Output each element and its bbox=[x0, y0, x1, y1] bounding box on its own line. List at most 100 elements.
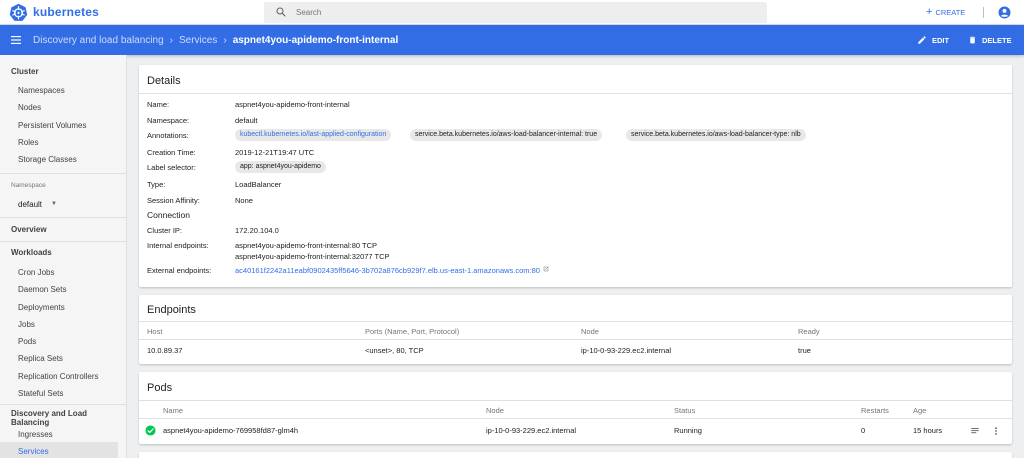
endpoint-ports: <unset>, 80, TCP bbox=[365, 346, 424, 355]
action-bar: Discovery and load balancing › Services … bbox=[0, 25, 1024, 55]
external-endpoint-link[interactable]: ac40161f2242a11eabf0902435ff5646-3b702a8… bbox=[235, 266, 549, 275]
internal-endpoints-label: Internal endpoints: bbox=[147, 241, 209, 250]
search-icon bbox=[276, 7, 286, 17]
creation-time-value: 2019-12-21T19:47 UTC bbox=[235, 148, 315, 157]
check-circle-icon bbox=[145, 425, 156, 436]
divider bbox=[139, 93, 1012, 94]
delete-label: DELETE bbox=[982, 35, 1012, 45]
annotations-label: Annotations: bbox=[147, 131, 189, 140]
sidebar-item-stateful-sets[interactable]: Stateful Sets bbox=[18, 389, 63, 398]
sidebar-section-workloads[interactable]: Workloads bbox=[11, 248, 52, 257]
details-title: Details bbox=[147, 75, 181, 87]
sidebar-item-replication-controllers[interactable]: Replication Controllers bbox=[18, 372, 98, 381]
sidebar: Cluster Namespaces Nodes Persistent Volu… bbox=[0, 55, 127, 458]
column-header-ports[interactable]: Ports (Name, Port, Protocol) bbox=[365, 327, 459, 336]
sidebar-item-namespaces[interactable]: Namespaces bbox=[18, 86, 65, 95]
app-name[interactable]: kubernetes bbox=[33, 5, 99, 19]
internal-endpoint-2: aspnet4you-apidemo-front-internal:32077 … bbox=[235, 252, 390, 261]
session-affinity-label: Session Affinity: bbox=[147, 196, 200, 205]
kubernetes-logo-icon[interactable] bbox=[9, 3, 28, 22]
divider bbox=[0, 404, 126, 405]
pod-name-link[interactable]: aspnet4you-apidemo-769958fd87-glm4h bbox=[163, 426, 298, 435]
create-button[interactable]: + CREATE bbox=[926, 6, 965, 19]
open-in-new-icon bbox=[543, 266, 549, 272]
logs-icon[interactable] bbox=[970, 426, 980, 436]
session-affinity-value: None bbox=[235, 196, 253, 205]
divider bbox=[0, 241, 126, 242]
sidebar-item-nodes[interactable]: Nodes bbox=[18, 103, 41, 112]
sidebar-item-pods[interactable]: Pods bbox=[18, 337, 36, 346]
column-header-ready[interactable]: Ready bbox=[798, 327, 820, 336]
column-header-node[interactable]: Node bbox=[486, 406, 504, 415]
sidebar-item-services[interactable]: Services bbox=[18, 447, 49, 456]
delete-button[interactable]: DELETE bbox=[968, 33, 1012, 47]
next-card bbox=[139, 452, 1012, 458]
column-header-age[interactable]: Age bbox=[913, 406, 926, 415]
more-vert-icon[interactable] bbox=[991, 426, 1001, 436]
annotation-chip-last-applied[interactable]: kubectl.kubernetes.io/last-applied-confi… bbox=[235, 129, 392, 141]
page-title: aspnet4you-apidemo-front-internal bbox=[232, 34, 399, 46]
edit-label: EDIT bbox=[932, 35, 950, 45]
external-endpoints-label: External endpoints: bbox=[147, 266, 212, 275]
breadcrumb-services[interactable]: Services bbox=[179, 35, 217, 46]
endpoints-card: Endpoints Host Ports (Name, Port, Protoc… bbox=[139, 295, 1012, 364]
name-value: aspnet4you-apidemo-front-internal bbox=[235, 100, 350, 109]
column-header-status[interactable]: Status bbox=[674, 406, 695, 415]
name-label: Name: bbox=[147, 100, 170, 109]
account-icon[interactable] bbox=[998, 6, 1011, 19]
divider bbox=[0, 217, 126, 218]
internal-endpoint-1: aspnet4you-apidemo-front-internal:80 TCP bbox=[235, 241, 378, 250]
sidebar-item-cron-jobs[interactable]: Cron Jobs bbox=[18, 268, 54, 277]
caret-down-icon: ▼ bbox=[51, 201, 57, 207]
pods-card: Pods Name Node Status Restarts Age aspne… bbox=[139, 372, 1012, 444]
type-value: LoadBalancer bbox=[235, 180, 282, 189]
pod-status: Running bbox=[674, 426, 702, 435]
cluster-ip-value: 172.20.104.0 bbox=[235, 226, 279, 235]
divider bbox=[139, 418, 1012, 419]
sidebar-item-ingresses[interactable]: Ingresses bbox=[18, 430, 53, 439]
details-card: Details Name: aspnet4you-apidemo-front-i… bbox=[139, 65, 1012, 287]
namespace-label: Namespace bbox=[11, 182, 46, 189]
annotation-chip-lb-internal: service.beta.kubernetes.io/aws-load-bala… bbox=[410, 129, 603, 141]
creation-time-label: Creation Time: bbox=[147, 148, 196, 157]
sidebar-item-roles[interactable]: Roles bbox=[18, 138, 38, 147]
namespace-select[interactable]: default ▼ bbox=[18, 197, 64, 211]
sidebar-item-deployments[interactable]: Deployments bbox=[18, 303, 65, 312]
column-header-host[interactable]: Host bbox=[147, 327, 162, 336]
sidebar-section-cluster[interactable]: Cluster bbox=[11, 67, 39, 76]
create-label: CREATE bbox=[935, 8, 966, 17]
namespace-label: Namespace: bbox=[147, 116, 190, 125]
column-header-node[interactable]: Node bbox=[581, 327, 599, 336]
selector-chip: app: aspnet4you-apidemo bbox=[235, 161, 326, 173]
cluster-ip-label: Cluster IP: bbox=[147, 226, 183, 235]
sidebar-item-jobs[interactable]: Jobs bbox=[18, 320, 35, 329]
endpoint-node: ip-10-0-93-229.ec2.internal bbox=[581, 346, 672, 355]
chevron-right-icon: › bbox=[169, 34, 173, 46]
top-bar: kubernetes + CREATE bbox=[0, 0, 1024, 25]
menu-icon[interactable] bbox=[10, 34, 22, 46]
endpoint-host: 10.0.89.37 bbox=[147, 346, 183, 355]
search-input[interactable] bbox=[296, 5, 756, 20]
divider bbox=[0, 173, 126, 174]
sidebar-item-storage-classes[interactable]: Storage Classes bbox=[18, 155, 77, 164]
connection-header: Connection bbox=[147, 210, 191, 220]
pencil-icon bbox=[918, 36, 926, 44]
column-header-name[interactable]: Name bbox=[163, 406, 183, 415]
sidebar-section-discovery[interactable]: Discovery and Load Balancing bbox=[11, 409, 126, 427]
breadcrumb-discovery[interactable]: Discovery and load balancing bbox=[33, 35, 164, 46]
breadcrumb: Discovery and load balancing › Services … bbox=[33, 25, 398, 55]
pod-node: ip-10-0-93-229.ec2.internal bbox=[486, 426, 577, 435]
trash-icon bbox=[969, 36, 976, 44]
pod-restarts: 0 bbox=[861, 426, 866, 435]
namespace-value: default bbox=[235, 116, 258, 125]
sidebar-item-overview[interactable]: Overview bbox=[11, 225, 47, 234]
annotation-chip-lb-type: service.beta.kubernetes.io/aws-load-bala… bbox=[626, 129, 806, 141]
search-bar[interactable] bbox=[264, 2, 767, 23]
sidebar-item-persistent-volumes[interactable]: Persistent Volumes bbox=[18, 121, 86, 130]
column-header-restarts[interactable]: Restarts bbox=[861, 406, 889, 415]
sidebar-item-replica-sets[interactable]: Replica Sets bbox=[18, 354, 63, 363]
endpoint-ready: true bbox=[798, 346, 811, 355]
edit-button[interactable]: EDIT bbox=[917, 33, 949, 47]
chevron-right-icon: › bbox=[223, 34, 227, 46]
sidebar-item-daemon-sets[interactable]: Daemon Sets bbox=[18, 285, 66, 294]
